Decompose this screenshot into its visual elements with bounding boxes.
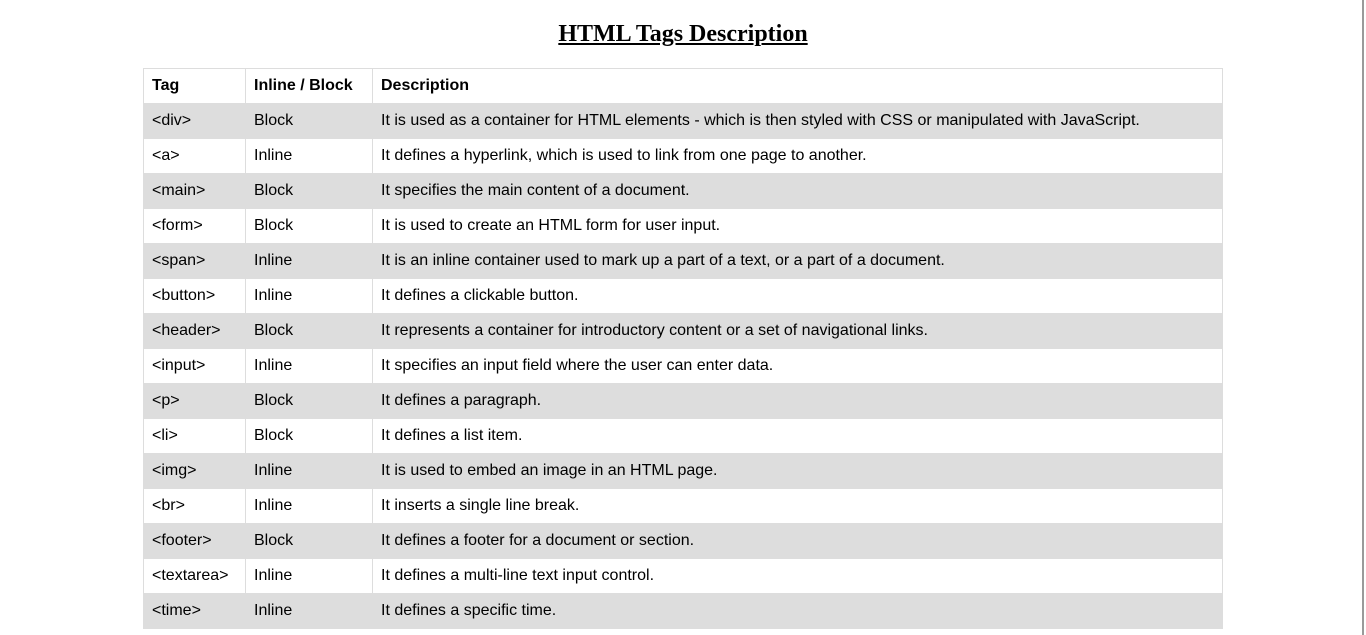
vertical-scrollbar[interactable]: [1360, 0, 1366, 635]
table-body: <div> Block It is used as a container fo…: [143, 103, 1223, 629]
cell-tag: <button>: [143, 278, 246, 314]
table-row: <p> Block It defines a paragraph.: [143, 383, 1223, 419]
table-row: <div> Block It is used as a container fo…: [143, 103, 1223, 139]
cell-type: Inline: [245, 278, 373, 314]
cell-description: It is an inline container used to mark u…: [372, 243, 1223, 279]
cell-tag: <input>: [143, 348, 246, 384]
table-row: <a> Inline It defines a hyperlink, which…: [143, 138, 1223, 174]
cell-tag: <a>: [143, 138, 246, 174]
scrollbar-thumb[interactable]: [1362, 0, 1364, 635]
cell-description: It is used as a container for HTML eleme…: [372, 103, 1223, 139]
cell-tag: <footer>: [143, 523, 246, 559]
cell-type: Block: [245, 173, 373, 209]
cell-tag: <span>: [143, 243, 246, 279]
cell-tag: <time>: [143, 593, 246, 629]
cell-type: Block: [245, 103, 373, 139]
cell-description: It specifies the main content of a docum…: [372, 173, 1223, 209]
cell-description: It defines a paragraph.: [372, 383, 1223, 419]
table-row: <li> Block It defines a list item.: [143, 418, 1223, 454]
cell-description: It is used to embed an image in an HTML …: [372, 453, 1223, 489]
table-row: <button> Inline It defines a clickable b…: [143, 278, 1223, 314]
cell-tag: <li>: [143, 418, 246, 454]
table-row: <span> Inline It is an inline container …: [143, 243, 1223, 279]
table-row: <img> Inline It is used to embed an imag…: [143, 453, 1223, 489]
cell-type: Inline: [245, 243, 373, 279]
cell-description: It specifies an input field where the us…: [372, 348, 1223, 384]
cell-tag: <header>: [143, 313, 246, 349]
cell-type: Block: [245, 313, 373, 349]
cell-tag: <form>: [143, 208, 246, 244]
cell-tag: <br>: [143, 488, 246, 524]
page-title: HTML Tags Description: [558, 21, 808, 47]
tags-table: Tag Inline / Block Description <div> Blo…: [143, 68, 1223, 629]
cell-type: Inline: [245, 138, 373, 174]
cell-type: Inline: [245, 453, 373, 489]
table-row: <time> Inline It defines a specific time…: [143, 593, 1223, 629]
cell-description: It defines a specific time.: [372, 593, 1223, 629]
cell-description: It inserts a single line break.: [372, 488, 1223, 524]
table-row: <br> Inline It inserts a single line bre…: [143, 488, 1223, 524]
cell-tag: <p>: [143, 383, 246, 419]
column-header-type: Inline / Block: [245, 68, 373, 104]
cell-tag: <main>: [143, 173, 246, 209]
cell-tag: <div>: [143, 103, 246, 139]
cell-type: Block: [245, 418, 373, 454]
cell-description: It represents a container for introducto…: [372, 313, 1223, 349]
table-row: <header> Block It represents a container…: [143, 313, 1223, 349]
table-row: <footer> Block It defines a footer for a…: [143, 523, 1223, 559]
column-header-description: Description: [372, 68, 1223, 104]
table-row: <main> Block It specifies the main conte…: [143, 173, 1223, 209]
cell-type: Block: [245, 523, 373, 559]
table-row: <form> Block It is used to create an HTM…: [143, 208, 1223, 244]
cell-type: Block: [245, 383, 373, 419]
cell-description: It defines a hyperlink, which is used to…: [372, 138, 1223, 174]
cell-type: Inline: [245, 593, 373, 629]
cell-type: Inline: [245, 558, 373, 594]
cell-type: Inline: [245, 348, 373, 384]
table-row: <input> Inline It specifies an input fie…: [143, 348, 1223, 384]
cell-description: It defines a multi-line text input contr…: [372, 558, 1223, 594]
cell-description: It defines a list item.: [372, 418, 1223, 454]
cell-description: It defines a clickable button.: [372, 278, 1223, 314]
table-header-row: Tag Inline / Block Description: [143, 68, 1223, 104]
cell-type: Inline: [245, 488, 373, 524]
cell-tag: <img>: [143, 453, 246, 489]
cell-type: Block: [245, 208, 373, 244]
table-row: <textarea> Inline It defines a multi-lin…: [143, 558, 1223, 594]
cell-tag: <textarea>: [143, 558, 246, 594]
cell-description: It is used to create an HTML form for us…: [372, 208, 1223, 244]
cell-description: It defines a footer for a document or se…: [372, 523, 1223, 559]
column-header-tag: Tag: [143, 68, 246, 104]
